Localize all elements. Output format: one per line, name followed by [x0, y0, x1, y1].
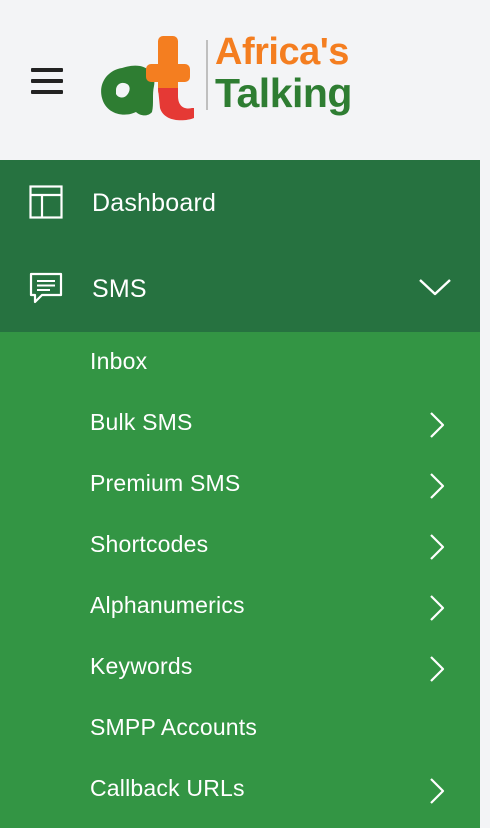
- chevron-right-icon: [430, 534, 445, 560]
- submenu-item-label: Premium SMS: [90, 470, 241, 496]
- brand-logo[interactable]: Africa's Talking: [94, 28, 394, 133]
- sidebar-nav: Dashboard SMS Inbox Bulk SMS Premium SMS: [0, 160, 480, 828]
- submenu-item-shortcodes[interactable]: Shortcodes: [0, 515, 480, 576]
- sidebar-item-label: SMS: [92, 274, 147, 303]
- sidebar-item-label: Dashboard: [92, 188, 217, 217]
- submenu-item-callback-urls[interactable]: Callback URLs: [0, 759, 480, 820]
- submenu-item-inbox[interactable]: Inbox: [0, 332, 480, 393]
- app-header: Africa's Talking: [0, 0, 490, 160]
- submenu-item-label: Callback URLs: [90, 775, 245, 801]
- chat-bubble-icon: [29, 272, 63, 304]
- sidebar-item-sms[interactable]: SMS: [0, 246, 480, 332]
- chevron-right-icon: [430, 778, 445, 804]
- logo-text-line1: Africa's: [215, 31, 349, 73]
- hamburger-menu-icon[interactable]: [31, 68, 65, 96]
- submenu-item-label: Keywords: [90, 653, 193, 679]
- submenu-item-label: Shortcodes: [90, 531, 209, 557]
- submenu-item-keywords[interactable]: Keywords: [0, 637, 480, 698]
- sms-submenu: Inbox Bulk SMS Premium SMS Shortcodes Al…: [0, 332, 480, 820]
- dashboard-layout-icon: [29, 185, 63, 219]
- chevron-right-icon: [430, 656, 445, 682]
- chevron-down-icon[interactable]: [418, 276, 452, 298]
- sidebar-top-section: Dashboard SMS: [0, 160, 480, 332]
- sidebar-item-dashboard[interactable]: Dashboard: [0, 160, 480, 246]
- chevron-right-icon: [430, 412, 445, 438]
- africas-talking-logo-mark-icon: [101, 36, 194, 121]
- submenu-item-smpp-accounts[interactable]: SMPP Accounts: [0, 698, 480, 759]
- logo-text-line2: Talking: [215, 70, 352, 116]
- submenu-item-label: Bulk SMS: [90, 409, 193, 435]
- submenu-item-alphanumerics[interactable]: Alphanumerics: [0, 576, 480, 637]
- submenu-item-bulk-sms[interactable]: Bulk SMS: [0, 393, 480, 454]
- logo-divider: [206, 40, 208, 110]
- chevron-right-icon: [430, 595, 445, 621]
- submenu-item-label: Alphanumerics: [90, 592, 245, 618]
- submenu-item-label: Inbox: [90, 348, 148, 374]
- submenu-item-label: SMPP Accounts: [90, 714, 258, 740]
- submenu-item-premium-sms[interactable]: Premium SMS: [0, 454, 480, 515]
- logo-wordmark: Africa's Talking: [215, 33, 352, 114]
- page-background-edge: [480, 160, 490, 355]
- chevron-right-icon: [430, 473, 445, 499]
